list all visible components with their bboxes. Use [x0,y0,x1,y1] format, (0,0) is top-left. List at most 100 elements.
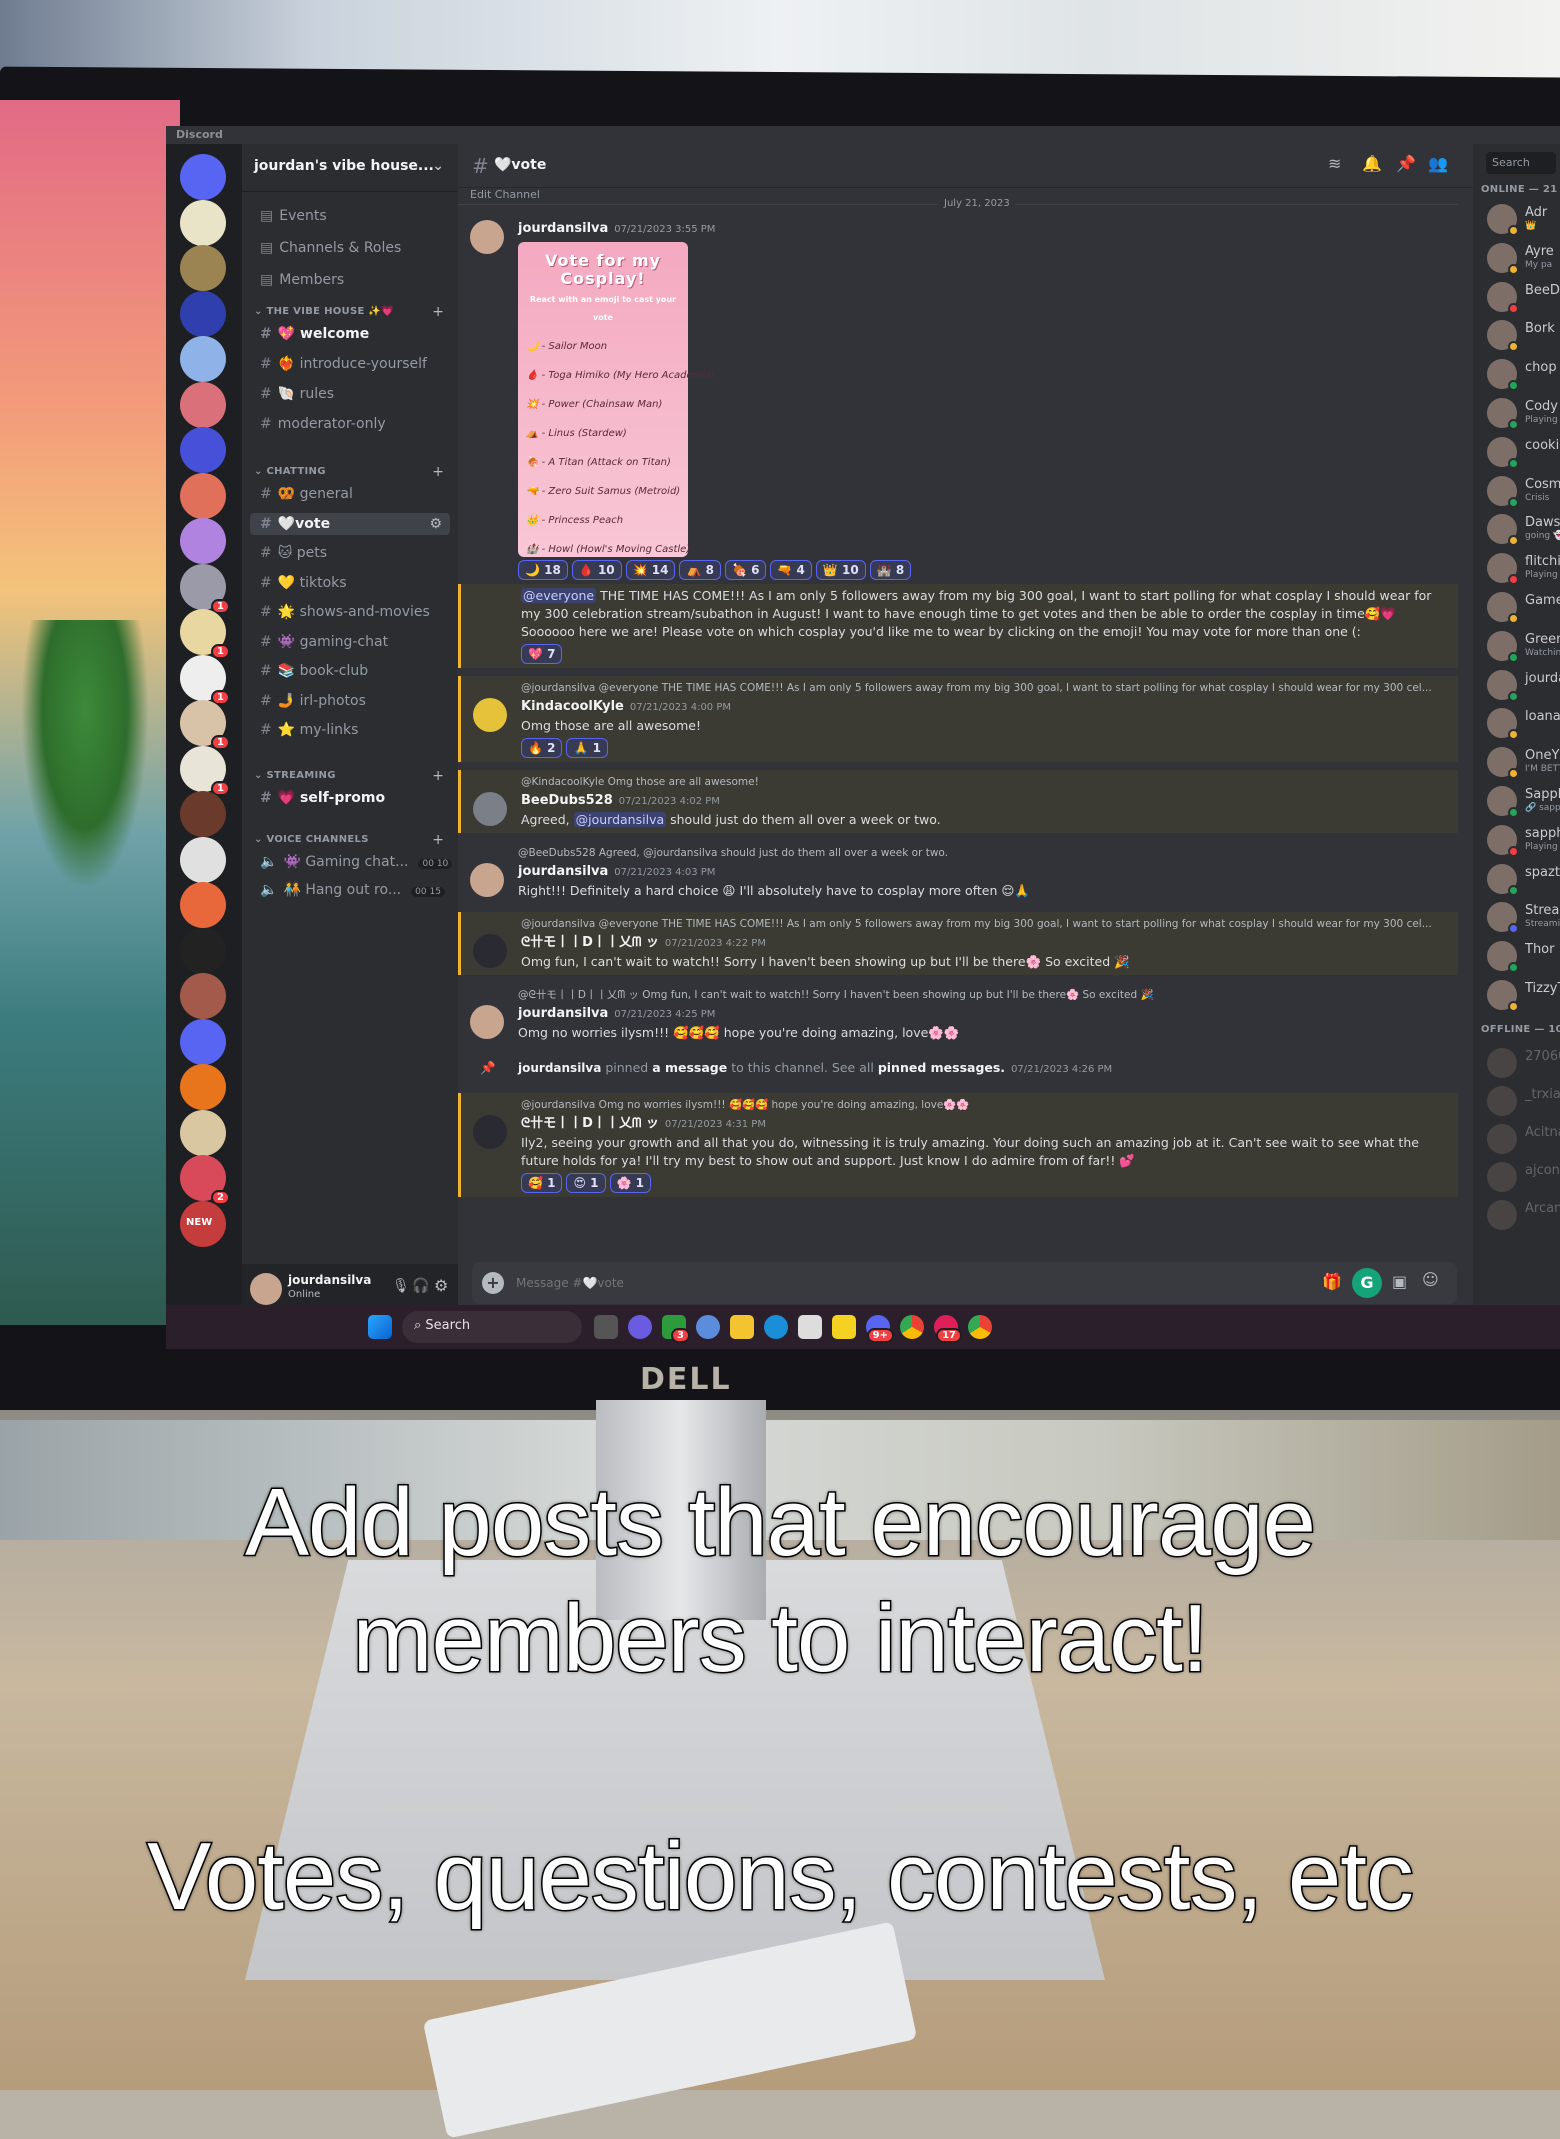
emoji-icon[interactable]: ☺ [1422,1270,1439,1289]
reply-preview[interactable]: @jourdansilva Omg no worries ilysm!!! 🥰🥰… [521,1096,1442,1114]
server-icon[interactable] [180,427,226,473]
teams-icon[interactable] [628,1315,652,1339]
reaction-button[interactable]: ⛺ 8 [679,560,721,580]
discord-home-icon[interactable] [180,154,226,200]
reaction-button[interactable]: 🍖 6 [724,560,767,580]
server-icon[interactable] [180,199,226,246]
app-icon[interactable] [696,1315,720,1339]
server-icon[interactable] [180,791,226,837]
chrome-profile-icon[interactable] [968,1315,992,1339]
channel-item[interactable]: # 🤍vote ⚙ [250,512,450,535]
reaction-button[interactable]: 🙏 1 [566,738,608,758]
pinned-message-link[interactable]: a message [652,1060,727,1075]
reply-preview[interactable]: @KindacoolKyle Omg those are all awesome… [521,773,1442,791]
message-author[interactable]: ᘓ卄モ丨丨D丨丨乂ᗰ ッ [521,1116,659,1131]
server-icon[interactable]: 1 [180,609,230,659]
settings-icon[interactable]: ⚙ [429,516,442,532]
reaction-button[interactable]: 🩸 10 [571,560,622,580]
add-channel-icon[interactable]: + [432,464,444,480]
message-author[interactable]: ᘓ卄モ丨丨D丨丨乂ᗰ ッ [521,935,659,950]
microphone-icon[interactable]: 🎙 [392,1278,410,1294]
server-icon[interactable]: NEW [180,1200,226,1247]
reaction-button[interactable]: 🌸 1 [609,1173,651,1193]
server-icon[interactable] [180,290,226,337]
message-author[interactable]: BeeDubs528 [521,793,613,808]
channel-item[interactable]: # ⭐ my-links [260,722,358,738]
category-header[interactable]: ⌄ STREAMING [254,770,336,781]
channel-item[interactable]: 🔈 🧑‍🤝‍🧑 Hang out ro... 00 15 [260,882,445,898]
pinned-messages-link[interactable]: pinned messages. [878,1060,1005,1075]
message-author[interactable]: jourdansilva [518,1006,608,1021]
avatar[interactable] [250,1273,282,1305]
sticky-notes-icon[interactable] [832,1315,856,1339]
search-input[interactable]: Search [1486,152,1556,174]
reaction-button[interactable]: 🔫 4 [770,560,812,580]
reaction-button[interactable]: 💖 7 [521,644,563,664]
reaction-button[interactable]: 💥 14 [625,560,676,580]
channel-item[interactable]: # 💖 welcome [260,326,369,342]
gift-icon[interactable]: 🎁 [1322,1272,1342,1291]
members-icon[interactable]: 👥 [1428,154,1448,173]
channel-item[interactable]: # ❤️‍🔥 introduce-yourself [260,356,427,372]
reaction-button[interactable]: 👑 10 [815,560,866,580]
reaction-button[interactable]: 🌙 18 [518,560,568,580]
avatar[interactable] [473,792,507,826]
avatar[interactable] [473,698,507,732]
channel-item[interactable]: # 👾 gaming-chat [260,634,388,650]
channel-item[interactable]: # 🐱 pets [260,545,327,561]
reply-preview[interactable]: @jourdansilva @everyone THE TIME HAS COM… [521,679,1442,697]
server-icon[interactable] [180,973,226,1019]
reaction-button[interactable]: 🏰 8 [869,560,912,580]
gear-icon[interactable]: ⚙ [434,1276,448,1295]
add-attachment-icon[interactable]: + [482,1272,504,1294]
avatar[interactable] [473,934,507,968]
sticker-icon[interactable]: ▣ [1392,1272,1407,1291]
add-channel-icon[interactable]: + [432,304,444,320]
taskbar-search[interactable]: ⌕ Search [402,1311,582,1343]
reaction-button[interactable]: 🔥 2 [521,738,563,758]
server-icon[interactable]: 1 [180,563,230,614]
mention[interactable]: @jourdansilva [573,812,667,827]
server-header[interactable]: jourdan's vibe house... ⌄ [242,144,458,192]
message-author[interactable]: jourdansilva [518,221,608,236]
grammarly-icon[interactable]: G [1352,1268,1382,1298]
add-channel-icon[interactable]: + [432,832,444,848]
reaction-button[interactable]: 😍 1 [566,1173,606,1193]
avatar[interactable] [470,863,504,897]
channel-item[interactable]: 🔈 👾 Gaming chat... 00 10 [260,854,453,870]
channel-item[interactable]: # 🤳 irl-photos [260,693,366,709]
server-icon[interactable] [180,1064,226,1110]
server-icon[interactable] [180,927,226,974]
edge-icon[interactable] [764,1315,788,1339]
pin-icon[interactable]: 📌 [1396,154,1416,173]
server-icon[interactable] [180,472,226,519]
discord-taskbar-icon[interactable]: 9+ [866,1315,894,1343]
reply-preview[interactable]: @jourdansilva @everyone THE TIME HAS COM… [521,915,1442,933]
message-author[interactable]: jourdansilva [518,864,608,879]
windows-start-icon[interactable] [368,1315,392,1339]
server-icon[interactable] [180,336,226,382]
channel-item[interactable]: # 💛 tiktoks [260,575,347,591]
task-view-icon[interactable] [594,1315,618,1339]
message-input[interactable] [516,1270,1296,1296]
server-menu-members[interactable]: ▤ Members [260,272,344,288]
mention[interactable]: @everyone [521,588,597,603]
slack-icon[interactable]: 17 [934,1315,962,1343]
server-menu-events[interactable]: ▤ Events [260,208,327,224]
server-icon[interactable] [180,882,226,928]
category-header[interactable]: ⌄ CHATTING [254,466,326,477]
server-icon[interactable]: 1 [180,700,230,750]
category-header[interactable]: ⌄ THE VIBE HOUSE ✨💗 [254,306,394,317]
xbox-icon[interactable]: 3 [662,1315,690,1343]
reply-preview[interactable]: @BeeDubs528 Agreed, @jourdansilva should… [518,844,1442,862]
server-icon[interactable] [180,245,226,291]
server-menu-channels-roles[interactable]: ▤ Channels & Roles [260,240,401,256]
channel-item[interactable]: # 📚 book-club [260,663,368,679]
channel-item[interactable]: # 🥨 general [260,486,353,502]
server-icon[interactable] [180,1018,226,1065]
poll-image[interactable]: Vote for my Cosplay! React with an emoji … [518,242,715,557]
message-author[interactable]: jourdansilva [518,1061,601,1075]
server-icon[interactable] [180,518,226,564]
channel-item[interactable]: # 💗 self-promo [260,790,385,806]
channel-item[interactable]: # 🐚 rules [260,386,334,402]
